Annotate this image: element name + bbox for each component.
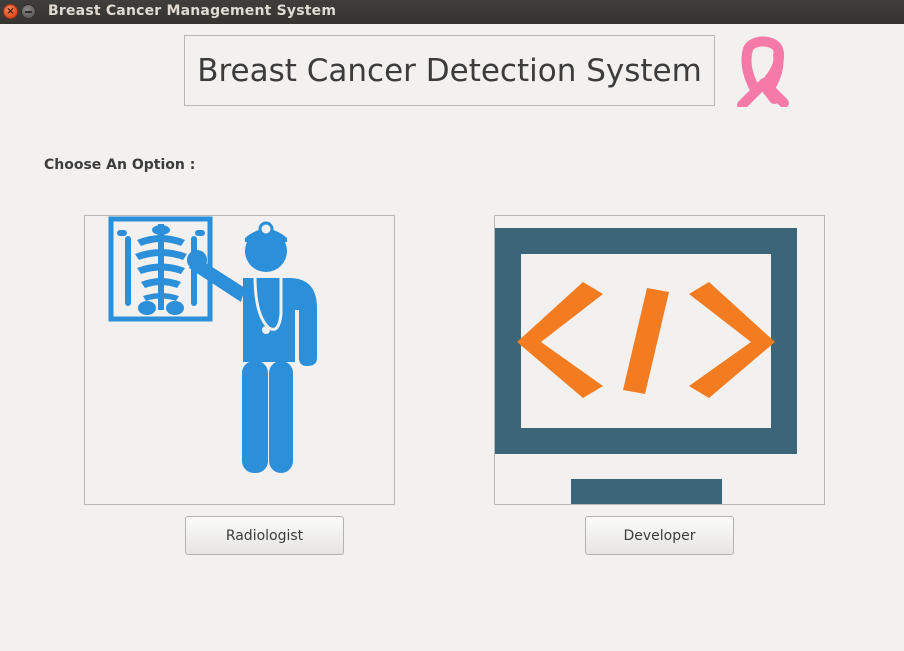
developer-image-panel <box>494 215 825 505</box>
page-title-box: Breast Cancer Detection System <box>184 35 715 106</box>
radiologist-image-panel <box>84 215 395 505</box>
choose-option-label: Choose An Option : <box>44 157 196 173</box>
close-window-button[interactable]: × <box>3 4 18 19</box>
window-titlebar: × Breast Cancer Management System <box>0 0 904 24</box>
minimize-window-button[interactable] <box>21 4 36 19</box>
page-title: Breast Cancer Detection System <box>197 52 702 89</box>
pink-ribbon-icon <box>737 36 789 107</box>
developer-button[interactable]: Developer <box>585 516 734 555</box>
radiologist-button[interactable]: Radiologist <box>185 516 344 555</box>
code-monitor-icon <box>495 228 797 504</box>
window-title: Breast Cancer Management System <box>48 3 337 19</box>
radiologist-xray-icon <box>108 216 317 473</box>
